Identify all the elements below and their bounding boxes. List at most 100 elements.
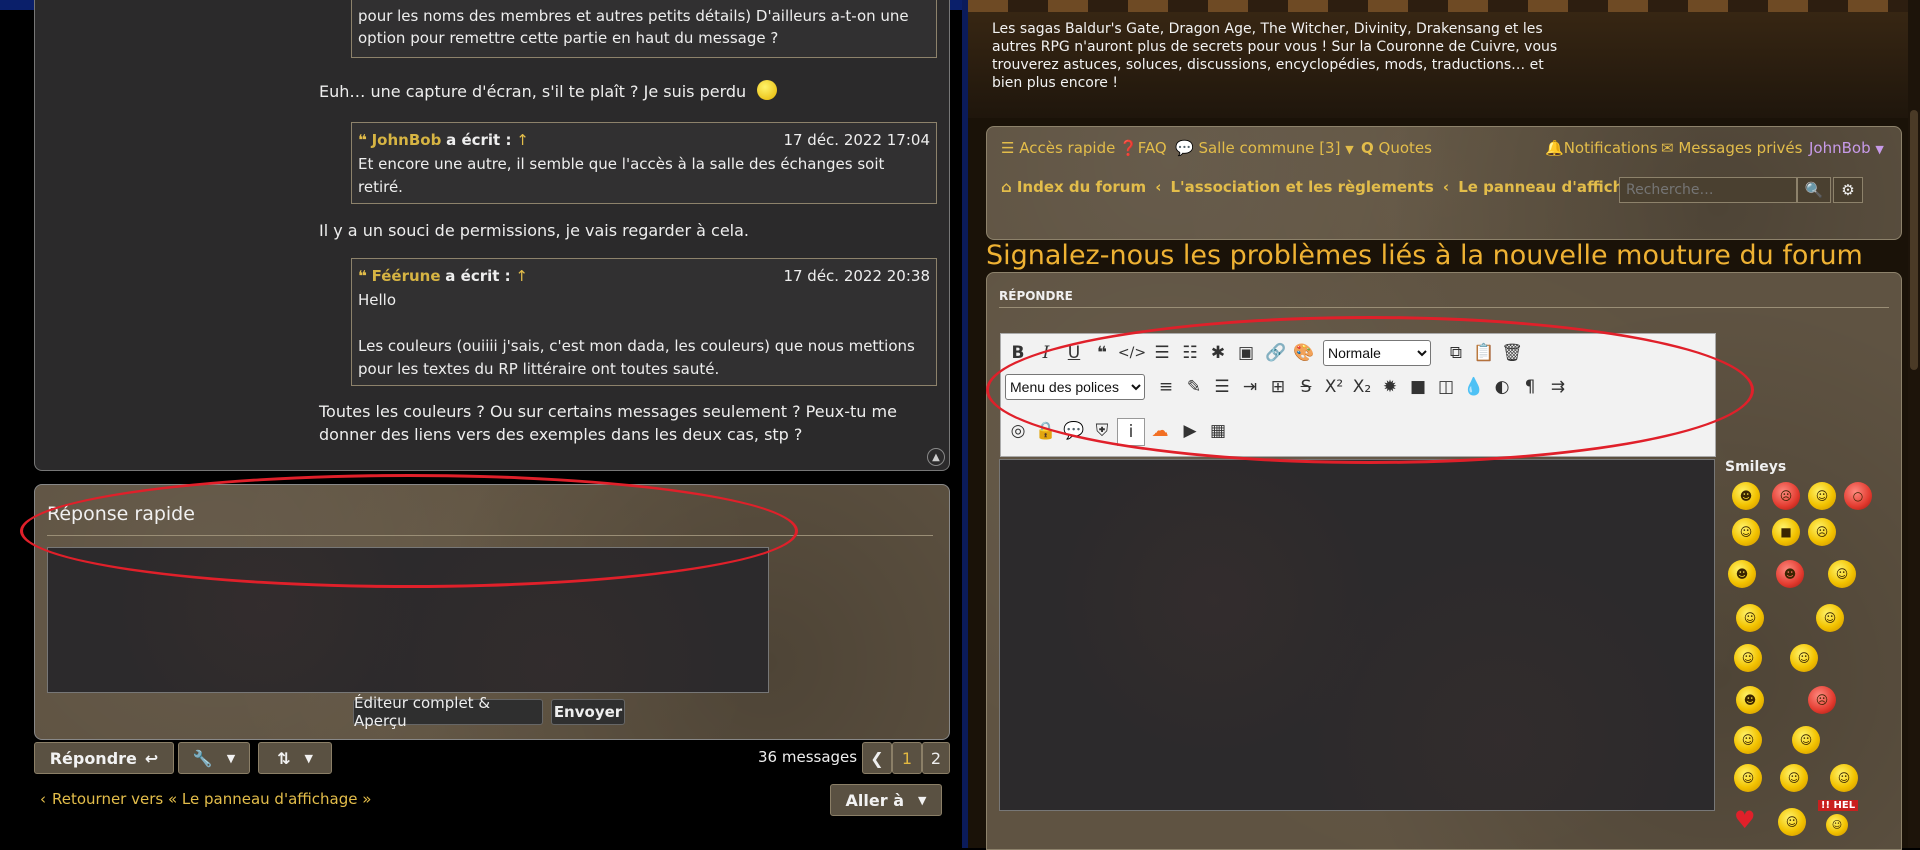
bold-icon[interactable]: B [1005, 340, 1031, 366]
bell-icon: 🔔 [1545, 139, 1564, 157]
laughing-smiley-icon[interactable]: ☻ [1728, 560, 1756, 588]
superscript-icon[interactable]: X² [1321, 374, 1347, 400]
link-icon[interactable]: 🔗 [1263, 340, 1289, 366]
scrollbar-thumb[interactable] [1910, 110, 1918, 370]
angry-smiley-icon[interactable]: ☹ [1772, 482, 1800, 510]
group-smiley-icon[interactable]: ☺ [1816, 604, 1844, 632]
advanced-search-button[interactable]: ⚙ [1833, 177, 1863, 203]
contrast-icon[interactable]: ◐ [1489, 374, 1515, 400]
numbered-list-icon[interactable]: ☷ [1177, 340, 1203, 366]
indent-icon[interactable]: ⇥ [1237, 374, 1263, 400]
sad-smiley-icon[interactable]: ☹ [1808, 518, 1836, 546]
wink-smiley-icon[interactable]: ☺ [1732, 518, 1760, 546]
shield-user-icon[interactable]: ⛨ [1089, 418, 1115, 444]
full-editor-button[interactable]: Éditeur complet & Aperçu [353, 694, 543, 730]
devil-smiley-icon[interactable]: ☻ [1776, 560, 1804, 588]
font-family-select[interactable]: Menu des polices [1005, 374, 1145, 400]
sparkle-icon[interactable]: ✹ [1377, 374, 1403, 400]
video-icon[interactable]: ▶ [1177, 418, 1203, 444]
hidden-icon[interactable]: ◎ [1005, 418, 1031, 444]
scroll-top-icon[interactable]: ▲ [927, 448, 945, 466]
text-box-icon[interactable]: ⊞ [1265, 374, 1291, 400]
love-smiley-icon[interactable]: ☺ [1734, 764, 1762, 792]
speech-quote-icon[interactable]: 💬 [1061, 418, 1087, 444]
soundcloud-icon[interactable]: ☁ [1147, 418, 1173, 444]
quote-block: pour les noms des membres et autres peti… [351, 0, 937, 58]
rolling-eyes-smiley-icon[interactable]: ☺ [1830, 764, 1858, 792]
drop-icon[interactable]: 💧 [1461, 374, 1487, 400]
smiley-icon[interactable]: ☻ [1732, 482, 1760, 510]
align-center-icon[interactable]: ☰ [1209, 374, 1235, 400]
asterisk-icon[interactable]: ✱ [1205, 340, 1231, 366]
bullet-list-icon[interactable]: ☰ [1149, 340, 1175, 366]
grin-smiley-icon[interactable]: ☺ [1808, 482, 1836, 510]
quote-link-arrow[interactable]: ↑ [515, 267, 528, 285]
breadcrumb-item[interactable]: Index du forum [1017, 178, 1146, 196]
heart-icon[interactable]: ♥ [1734, 806, 1756, 834]
background-icon[interactable]: ■ [1405, 374, 1431, 400]
color-palette-icon[interactable]: 🎨 [1291, 340, 1317, 366]
excited-smiley-icon[interactable]: ☻ [1736, 686, 1764, 714]
search-input[interactable] [1619, 177, 1797, 203]
font-size-select[interactable]: Normale [1323, 340, 1431, 366]
blush-smiley-icon[interactable]: ☺ [1734, 644, 1762, 672]
paragraph-icon[interactable]: ¶ [1517, 374, 1543, 400]
back-link[interactable]: ‹ Retourner vers « Le panneau d'affichage… [40, 790, 371, 808]
shadow-icon[interactable]: ◫ [1433, 374, 1459, 400]
page-button-1[interactable]: 1 [892, 742, 922, 774]
goto-dropdown-button[interactable]: Aller à ▼ [830, 784, 942, 816]
image-icon[interactable]: ▣ [1233, 340, 1259, 366]
notifications-link[interactable]: 🔔Notifications [1545, 139, 1658, 157]
quote-icon[interactable]: ❝ [1089, 340, 1115, 366]
sort-dropdown-button[interactable]: ⇅ ▼ [258, 742, 332, 774]
quick-access-link[interactable]: ☰ Accès rapide [1001, 139, 1115, 157]
quote-block: ❝ JohnBob a écrit : ↑ 17 déc. 2022 17:04… [351, 122, 937, 204]
reply-button[interactable]: Répondre ↩ [34, 742, 174, 774]
smile-smiley-icon[interactable]: ☺ [1780, 764, 1808, 792]
cheer-smiley-icon[interactable]: ☺ [1792, 726, 1820, 754]
quote-icon: ❝ [358, 267, 367, 285]
strikethrough-icon[interactable]: S [1293, 374, 1319, 400]
angel-smiley-icon[interactable]: ☺ [1778, 808, 1806, 836]
common-room-link[interactable]: 💬 Salle commune [3] ▼ [1175, 139, 1354, 157]
quote-wrote: a écrit : [446, 131, 512, 149]
send-button[interactable]: Envoyer [551, 699, 625, 725]
underline-icon[interactable]: U [1061, 340, 1087, 366]
happy-smiley-icon[interactable]: ☺ [1790, 644, 1818, 672]
trash-icon[interactable]: 🗑 [1499, 340, 1525, 366]
search-button[interactable]: 🔍 [1797, 177, 1831, 203]
quick-reply-panel: Réponse rapide Éditeur complet & Aperçu … [34, 484, 950, 740]
table-icon[interactable]: ▦ [1205, 418, 1231, 444]
wave-smiley-icon[interactable]: ☺ [1736, 604, 1764, 632]
quote-author[interactable]: JohnBob [372, 131, 442, 149]
quick-reply-textarea[interactable] [47, 547, 769, 693]
info-icon[interactable]: i [1117, 418, 1145, 446]
user-menu[interactable]: JohnBob ▼ [1809, 139, 1884, 157]
message-textarea[interactable] [999, 459, 1715, 811]
bow-smiley-icon[interactable]: ☺ [1734, 726, 1762, 754]
cool-smiley-icon[interactable]: ■ [1772, 518, 1800, 546]
code-icon[interactable]: </> [1118, 340, 1146, 366]
shocked-smiley-icon[interactable]: ○ [1844, 482, 1872, 510]
faq-link[interactable]: ❓FAQ [1119, 139, 1167, 157]
lock-icon[interactable]: 🔒 [1033, 418, 1059, 444]
tools-dropdown-button[interactable]: 🔧 ▼ [178, 742, 250, 774]
search-icon: 🔍 [1804, 181, 1824, 199]
help-sign-smiley[interactable]: !! HEL ☺ [1818, 800, 1858, 836]
subscript-icon[interactable]: X₂ [1349, 374, 1375, 400]
quote-author[interactable]: Féérune [372, 267, 441, 285]
align-left-icon[interactable]: ≡ [1153, 374, 1179, 400]
private-messages-link[interactable]: ✉ Messages privés [1661, 139, 1802, 157]
breadcrumb-item[interactable]: L'association et les règlements [1170, 178, 1433, 196]
highlight-icon[interactable]: ✎ [1181, 374, 1207, 400]
thinking-smiley-icon[interactable]: ☺ [1828, 560, 1856, 588]
quote-link-arrow[interactable]: ↑ [516, 131, 529, 149]
quotes-link[interactable]: Q Quotes [1361, 139, 1432, 157]
page-button-2[interactable]: 2 [922, 742, 950, 774]
angry-face-icon[interactable]: ☹ [1808, 686, 1836, 714]
copy-icon[interactable]: ⧉ [1443, 340, 1469, 366]
previous-page-button[interactable]: ❮ [862, 742, 892, 774]
italic-icon[interactable]: I [1033, 340, 1059, 366]
text-direction-icon[interactable]: ⇉ [1545, 374, 1571, 400]
paste-icon[interactable]: 📋 [1471, 340, 1497, 366]
